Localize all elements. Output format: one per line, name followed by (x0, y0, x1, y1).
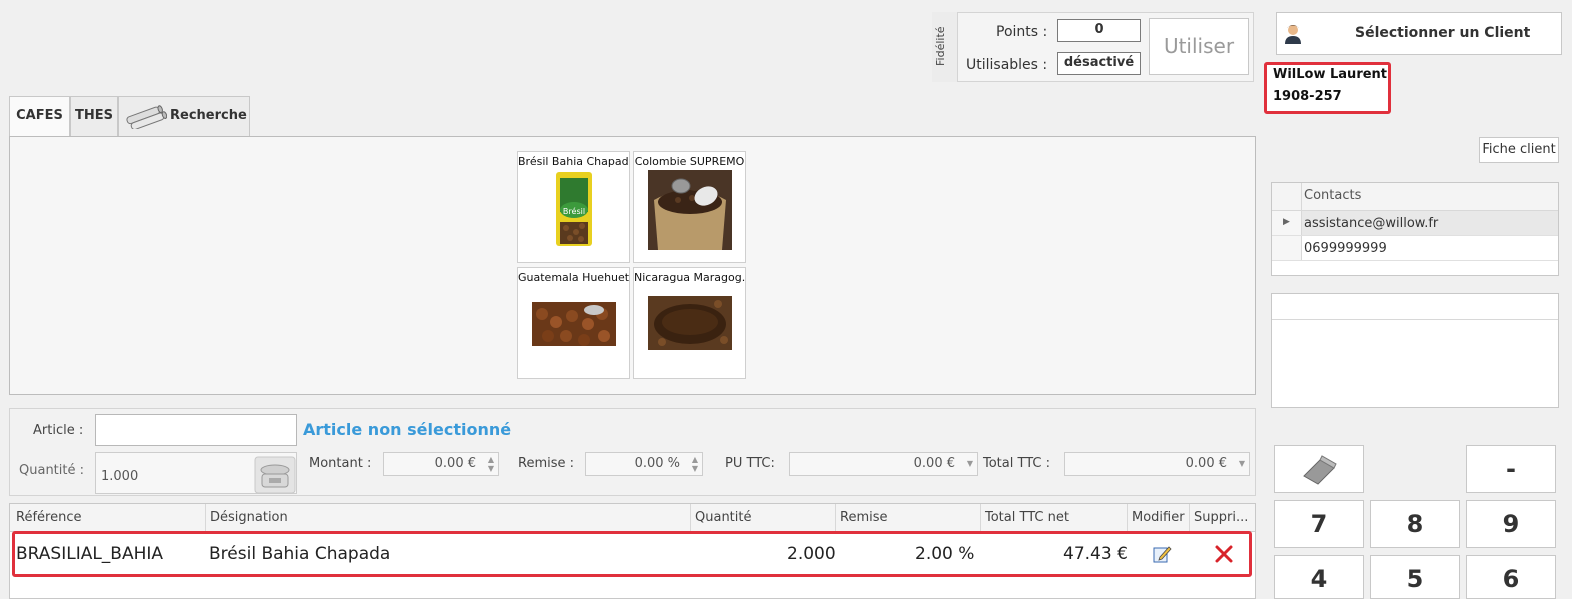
key-7[interactable]: 7 (1274, 500, 1364, 548)
product-name: Guatemala Huehuet... (518, 271, 629, 284)
points-label: Points : (996, 24, 1048, 40)
column-header-total[interactable]: Total TTC net (981, 504, 1128, 532)
product-tile[interactable]: Colombie SUPREMO (633, 151, 746, 263)
clear-button[interactable] (1274, 445, 1364, 493)
coffee-sack-image (648, 170, 732, 250)
column-header-quantity[interactable]: Quantité (691, 504, 836, 532)
notes-panel (1271, 293, 1559, 408)
article-status: Article non sélectionné (303, 420, 512, 439)
delete-icon[interactable] (1214, 544, 1234, 564)
fidelity-tab-label: Fidélité (934, 26, 947, 66)
select-client-label: Sélectionner un Client (1355, 25, 1531, 41)
svg-text:Brésil: Brésil (563, 206, 585, 216)
article-label: Article : (33, 423, 84, 438)
points-value: 0 (1057, 19, 1141, 42)
total-ttc-value: 0.00 € (1185, 456, 1227, 471)
product-name: Colombie SUPREMO (634, 155, 745, 168)
client-info-box: WilLow Laurent 1908-257 (1264, 62, 1391, 114)
row-total: 47.43 € (1063, 544, 1128, 564)
key-8[interactable]: 8 (1370, 500, 1460, 548)
montant-field[interactable]: 0.00 € ▲ ▼ (383, 452, 499, 476)
fidelity-tab[interactable]: Fidélité (932, 12, 958, 82)
product-name: Nicaragua Maragog... (634, 271, 745, 284)
montant-value: 0.00 € (434, 456, 476, 471)
binoculars-icon (126, 105, 167, 129)
contact-email: assistance@willow.fr (1304, 216, 1439, 231)
client-name: WilLow Laurent (1273, 67, 1388, 82)
dropdown-icon: ▼ (1238, 459, 1245, 468)
tab-recherche-label: Recherche (170, 108, 247, 123)
contacts-header: Contacts (1304, 188, 1362, 203)
pu-ttc-label: PU TTC: (725, 456, 775, 471)
product-tile[interactable]: Nicaragua Maragog... (633, 267, 746, 379)
column-header-discount[interactable]: Remise (836, 504, 981, 532)
scale-icon[interactable] (254, 456, 296, 494)
pu-ttc-value: 0.00 € (913, 456, 955, 471)
contact-phone: 0699999999 (1304, 241, 1387, 256)
total-ttc-field[interactable]: 0.00 € ▼ (1064, 452, 1250, 476)
tab-cafes[interactable]: CAFES (9, 96, 70, 138)
row-pointer-icon: ▶ (1283, 217, 1290, 227)
dropdown-icon: ▼ (966, 459, 973, 468)
coffee-bag-image: Brésil (556, 172, 592, 246)
column-header-reference[interactable]: Référence (12, 504, 206, 532)
key-9[interactable]: 9 (1466, 500, 1556, 548)
user-icon (1285, 25, 1301, 44)
usable-value: désactivé (1057, 52, 1141, 75)
coffee-beans-image (532, 302, 616, 346)
remise-field[interactable]: 0.00 % ▲ ▼ (585, 452, 703, 476)
product-name: Brésil Bahia Chapada (518, 155, 629, 168)
key-4[interactable]: 4 (1274, 555, 1364, 599)
product-tile[interactable]: Guatemala Huehuet... (517, 267, 630, 379)
use-points-button[interactable]: Utiliser (1149, 18, 1249, 75)
total-ttc-label: Total TTC : (983, 456, 1050, 471)
key-5[interactable]: 5 (1370, 555, 1460, 599)
product-tile[interactable]: Brésil Bahia Chapada Brésil (517, 151, 630, 263)
quantity-label: Quantité : (19, 463, 84, 478)
eraser-icon (1303, 455, 1337, 485)
quantity-value: 1.000 (101, 469, 139, 484)
spinner-icon: ▲ ▼ (691, 455, 698, 473)
contacts-table: Contacts ▶ assistance@willow.fr 06999999… (1271, 182, 1559, 276)
column-header-edit[interactable]: Modifier (1128, 504, 1190, 532)
key-6[interactable]: 6 (1466, 555, 1556, 599)
montant-label: Montant : (309, 456, 372, 471)
contact-row[interactable]: 0699999999 (1272, 236, 1558, 261)
column-header-designation[interactable]: Désignation (206, 504, 691, 532)
remise-value: 0.00 % (634, 456, 680, 471)
client-card-button[interactable]: Fiche client (1479, 137, 1559, 163)
spinner-icon: ▲ ▼ (487, 455, 494, 473)
usable-label: Utilisables : (966, 57, 1048, 73)
table-row[interactable]: BRASILIAL_BAHIA Brésil Bahia Chapada 2.0… (12, 531, 1252, 577)
remise-label: Remise : (518, 456, 575, 471)
ground-coffee-image (648, 296, 732, 350)
row-quantity: 2.000 (787, 544, 836, 564)
article-input[interactable] (95, 414, 297, 446)
column-header-delete[interactable]: Suppri... (1190, 504, 1255, 532)
pu-ttc-field[interactable]: 0.00 € ▼ (789, 452, 978, 476)
row-discount: 2.00 % (915, 544, 975, 564)
client-code: 1908-257 (1273, 89, 1342, 104)
contact-row[interactable]: ▶ assistance@willow.fr (1272, 211, 1558, 236)
row-reference: BRASILIAL_BAHIA (16, 544, 164, 564)
row-designation: Brésil Bahia Chapada (209, 544, 391, 564)
select-client-button[interactable]: Sélectionner un Client (1276, 12, 1562, 55)
tab-recherche[interactable]: Recherche (118, 96, 250, 136)
tab-thes[interactable]: THES (70, 96, 118, 136)
edit-icon[interactable] (1152, 544, 1172, 564)
minus-key[interactable]: - (1466, 445, 1556, 493)
